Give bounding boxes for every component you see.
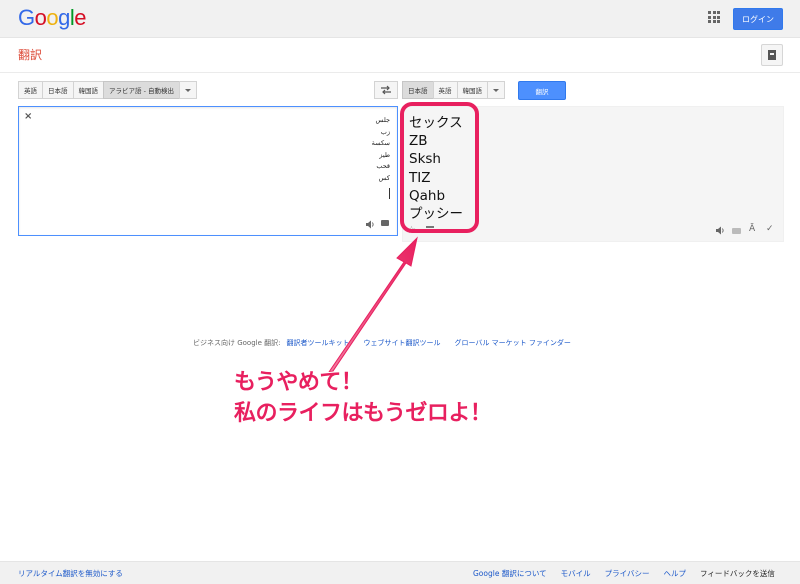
send-feedback-link[interactable]: フィードバックを送信 xyxy=(700,568,775,579)
annotation-line: もうやめて！ xyxy=(234,370,363,395)
realtime-toggle-link[interactable]: リアルタイム翻訳を無効にする xyxy=(18,568,123,579)
about-link[interactable]: Google 翻訳について xyxy=(473,568,547,579)
annotation-text: もうやめて！ 私のライフはもうゼロよ！ xyxy=(234,367,492,429)
mobile-link[interactable]: モバイル xyxy=(561,568,591,579)
help-link[interactable]: ヘルプ xyxy=(663,568,686,579)
footer-links: Google 翻訳について モバイル プライバシー ヘルプ フィードバックを送信 xyxy=(473,568,775,579)
annotation-arrow xyxy=(327,236,418,373)
annotation-line: 私のライフはもうゼロよ！ xyxy=(234,401,492,426)
privacy-link[interactable]: プライバシー xyxy=(605,568,650,579)
